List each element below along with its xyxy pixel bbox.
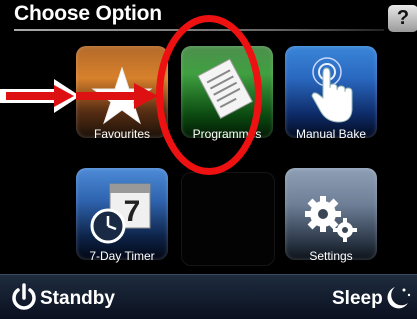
empty-slot: [181, 172, 275, 276]
settings-tile: [285, 168, 377, 260]
gears-icon: [305, 196, 357, 242]
calendar-clock-icon: 7: [90, 183, 151, 244]
empty-tile: [181, 172, 275, 266]
seven-day-timer-tile: 7: [76, 168, 168, 260]
sleep-label: Sleep: [332, 288, 383, 309]
seven-day-timer-label: 7-Day Timer: [89, 249, 155, 263]
oven-touchscreen: Choose Option ? Favourites Programmes Ma…: [0, 0, 417, 319]
help-button[interactable]: ?: [388, 5, 417, 32]
standby-label: Standby: [40, 288, 115, 309]
pointer-arrow-icon: [0, 79, 158, 113]
manual-bake-label: Manual Bake: [295, 127, 367, 141]
manual-bake-tile: [285, 46, 377, 138]
settings-label: Settings: [309, 249, 353, 263]
standby-button[interactable]: Standby: [10, 283, 140, 313]
bottom-bar: Standby Sleep: [0, 274, 417, 319]
seven-day-timer-button[interactable]: 7 7-Day Timer: [76, 168, 168, 272]
manual-bake-button[interactable]: Manual Bake: [285, 46, 377, 150]
moon-icon: [387, 287, 411, 309]
power-icon: [12, 283, 36, 310]
hand-touch-icon: [311, 57, 353, 123]
sleep-button[interactable]: Sleep: [320, 283, 415, 313]
calendar-day-number: 7: [124, 195, 141, 228]
settings-button[interactable]: Settings: [285, 168, 377, 272]
page-title: Choose Option: [14, 2, 162, 25]
